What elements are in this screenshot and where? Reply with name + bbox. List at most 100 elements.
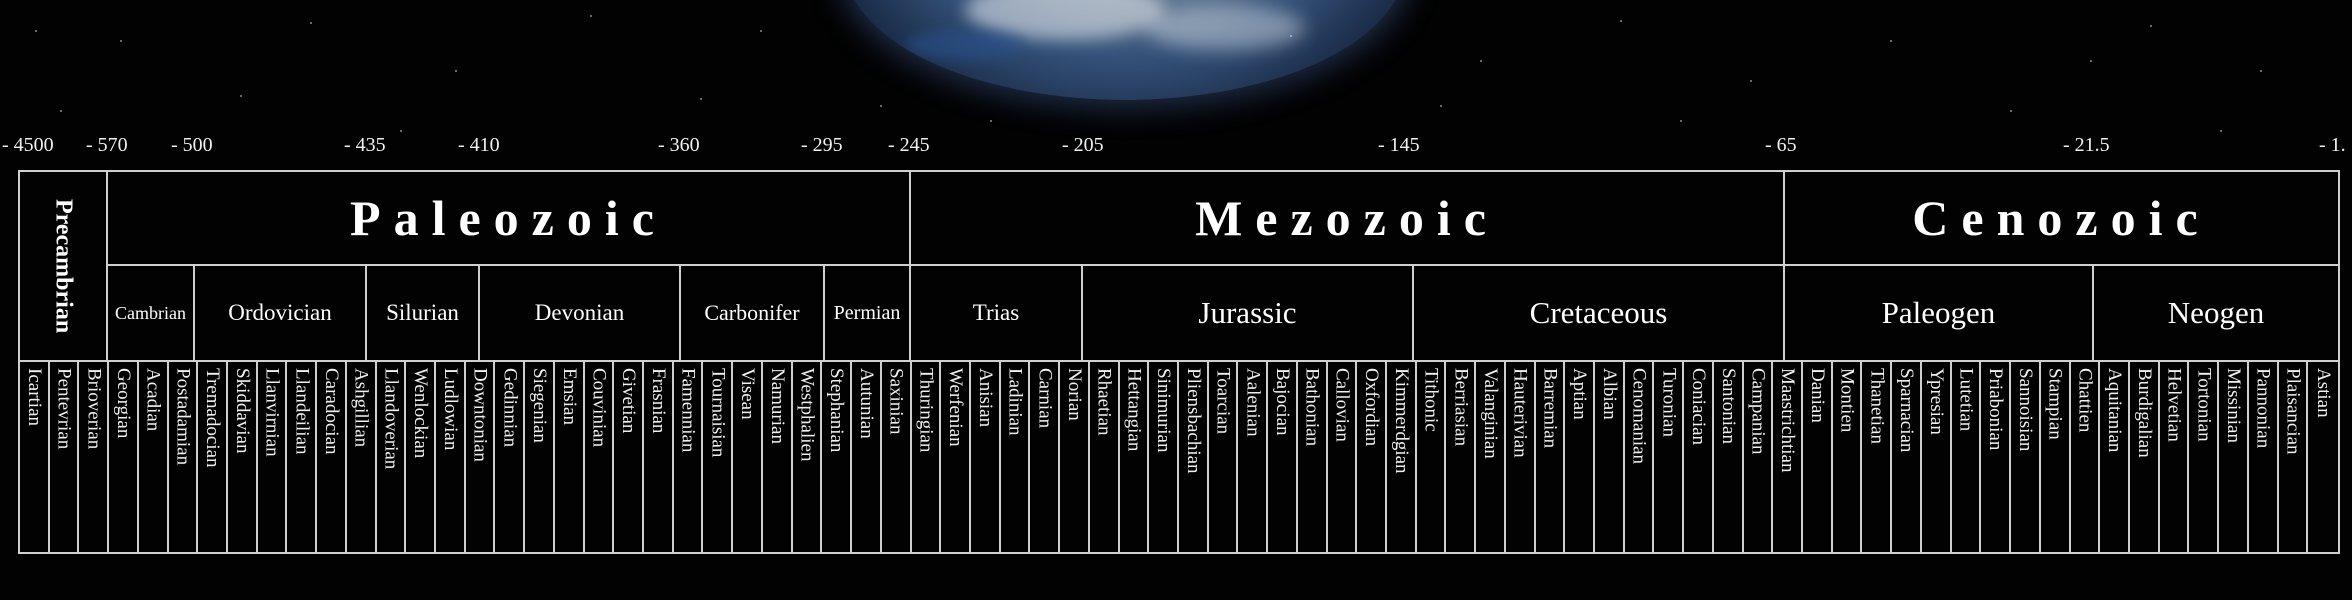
stage-label: Albian: [1598, 368, 1620, 420]
time-tick: - 295: [801, 134, 843, 156]
stage-cell: Missinian: [2219, 362, 2249, 552]
stage-cell: Gedinnian: [495, 362, 526, 552]
stage-cell: Famennian: [674, 362, 704, 552]
period-label: Cretaceous: [1529, 295, 1668, 330]
star-dot: [2260, 70, 2262, 72]
stage-cell: Caradocian: [317, 362, 347, 552]
period-label: Silurian: [386, 300, 459, 325]
stage-cell: Bathonian: [1298, 362, 1328, 552]
stage-cell: Sparnacian: [1892, 362, 1922, 552]
star-dot: [880, 105, 882, 107]
stage-label: Aalenian: [1242, 368, 1264, 437]
stage-label: Santonian: [1717, 368, 1739, 444]
star-dot: [700, 98, 702, 100]
stage-cell: Callovian: [1328, 362, 1358, 552]
star-dot: [310, 22, 312, 24]
stage-label: Toarcian: [1212, 368, 1234, 435]
stage-label: Gedinnian: [499, 368, 521, 448]
stage-cell: Pannonian: [2249, 362, 2279, 552]
stage-label: Aquitanian: [2104, 368, 2126, 453]
stage-cell: Icartian: [20, 362, 50, 552]
stage-cell: Ladinian: [1001, 362, 1031, 552]
period-cambrian: Cambrian: [108, 266, 195, 362]
stage-cell: Wenlockian: [406, 362, 437, 552]
period-cretaceous: Cretaceous: [1414, 266, 1785, 362]
stage-cell: Kimmerdgian: [1387, 362, 1417, 552]
stage-cell: Acadian: [139, 362, 169, 552]
stage-cell: Ashgillian: [347, 362, 377, 552]
period-label: Trias: [972, 300, 1020, 325]
stage-cell: Rhaetian: [1090, 362, 1120, 552]
stage-cell: Thuringian: [912, 362, 942, 552]
stage-label: Tithonic: [1420, 368, 1442, 432]
stage-cell: Chattien: [2071, 362, 2101, 552]
stage-cell: Aalenian: [1238, 362, 1269, 552]
stage-label: Norian: [1063, 368, 1085, 421]
period-ordovician: Ordovician: [195, 266, 367, 362]
period-label: Carbonifer: [704, 300, 800, 325]
period-permian: Permian: [825, 266, 911, 362]
period-label: Devonian: [534, 300, 625, 325]
stage-label: Rhaetian: [1093, 368, 1115, 436]
stage-label: Oxfordian: [1361, 368, 1383, 447]
time-tick: - 145: [1378, 134, 1420, 156]
stage-cell: Astian: [2308, 362, 2338, 552]
stage-label: Frasnian: [647, 368, 669, 434]
stage-label: Hauterivian: [1509, 368, 1531, 458]
stage-cell: Helvetian: [2160, 362, 2190, 552]
stage-label: Barremian: [1539, 368, 1561, 449]
precambrian-cell: Precambrian: [20, 172, 108, 362]
stages-row: Icartian Pentevrian Brioverian Georgian Acad…: [20, 362, 2338, 552]
stage-label: Caradocian: [321, 368, 343, 455]
geologic-timescale-table: Precambrian Paleozoic Mezozoic Cenozoic …: [18, 170, 2340, 554]
stage-cell: Pliensbachian: [1179, 362, 1209, 552]
star-dot: [35, 30, 37, 32]
stage-label: Campanian: [1747, 368, 1769, 455]
stage-cell: Santonian: [1714, 362, 1744, 552]
star-dot: [2010, 110, 2012, 112]
stage-label: Burdigalian: [2133, 368, 2155, 458]
stage-label: Priabonian: [1985, 368, 2007, 451]
period-label: Permian: [833, 301, 901, 324]
star-dot: [1750, 80, 1752, 82]
era-cenozoic: Cenozoic: [1785, 172, 2338, 266]
stage-label: Hettangian: [1123, 368, 1145, 452]
stage-cell: Llandeilian: [287, 362, 318, 552]
stage-cell: Ludlowian: [436, 362, 466, 552]
time-scale: - 4500 - 570 - 500 - 435 - 410 - 360 - 2…: [0, 134, 2352, 164]
stage-cell: Coniacian: [1684, 362, 1714, 552]
period-paleogen: Paleogen: [1785, 266, 2094, 362]
stage-label: Stampian: [2044, 368, 2066, 440]
stage-cell: Llandoverian: [377, 362, 407, 552]
stage-label: Autunian: [855, 368, 877, 439]
time-tick: - 410: [458, 134, 500, 156]
stage-label: Thanetian: [1866, 368, 1888, 444]
stage-label: Tremadocian: [202, 368, 224, 468]
star-dot: [1480, 60, 1482, 62]
stage-label: Namurian: [766, 368, 788, 444]
star-dot: [2220, 130, 2222, 132]
era-paleozoic: Paleozoic: [108, 172, 911, 266]
stage-label: Westphalien: [796, 368, 818, 462]
cloud-shape: [1145, 5, 1305, 50]
stage-label: Visean: [737, 368, 759, 420]
stage-cell: Toarcian: [1209, 362, 1239, 552]
stage-cell: Sinimurian: [1149, 362, 1179, 552]
stage-label: Valanginian: [1480, 368, 1502, 459]
stage-label: Cenomanian: [1628, 368, 1650, 465]
star-dot: [1680, 120, 1682, 122]
stage-cell: Georgian: [109, 362, 139, 552]
stage-label: Brioverian: [83, 368, 105, 450]
stage-label: Callovian: [1331, 368, 1353, 442]
stage-cell: Llanvirnian: [258, 362, 288, 552]
stage-cell: Siegenian: [525, 362, 555, 552]
stage-cell: Saxinian: [882, 362, 912, 552]
star-dot: [240, 95, 242, 97]
star-dot: [760, 30, 762, 32]
stage-label: Anisian: [974, 368, 996, 428]
stage-label: Lutetian: [1955, 368, 1977, 432]
stage-cell: Bajocian: [1268, 362, 1298, 552]
time-tick: - 21.5: [2063, 134, 2110, 156]
precambrian-label: Precambrian: [50, 198, 77, 334]
era-label: Mezozoic: [1195, 190, 1499, 246]
